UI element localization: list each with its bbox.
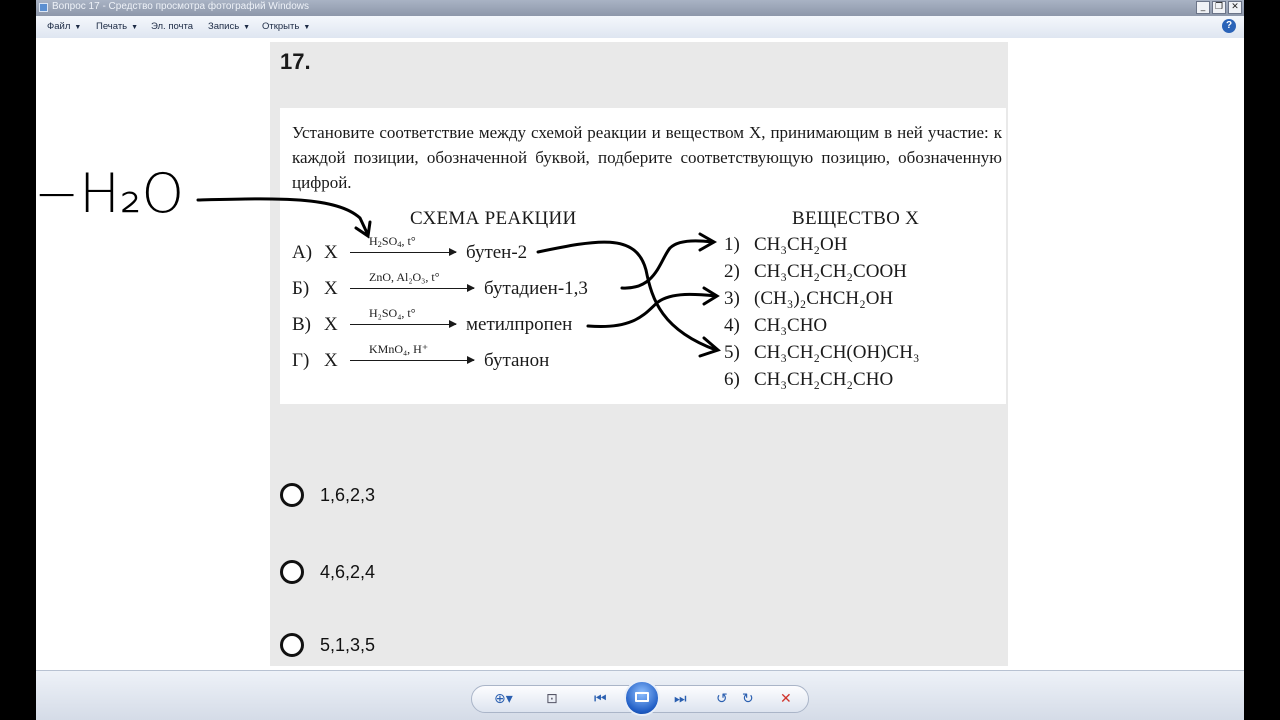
maximize-button[interactable]: ❐: [1212, 1, 1226, 14]
reaction-reagent: X: [324, 242, 338, 263]
menu-bar: Файл ▼ Печать ▼ Эл. почта Запись ▼ Открыть ▼…: [36, 16, 1244, 39]
menu-file[interactable]: Файл ▼: [47, 21, 81, 32]
app-icon: [39, 3, 48, 12]
reaction-condition: ZnO, Al₂O₃, t°: [369, 270, 440, 284]
substance-formula: CH₃CH₂OH: [754, 234, 848, 255]
reaction-condition: KMnO₄, H⁺: [369, 342, 429, 356]
close-button[interactable]: ✕: [1228, 1, 1242, 14]
substance-number: 1): [724, 234, 740, 255]
substance-formula: (CH₃)₂CHCH₂OH: [754, 288, 894, 309]
substance-formula: CH₃CH₂CH₂CHO: [754, 369, 894, 390]
previous-icon[interactable]: ⏮: [594, 691, 607, 707]
menu-burn[interactable]: Запись ▼: [208, 21, 250, 32]
delete-icon[interactable]: ✕: [780, 691, 792, 707]
task-text: Установите соответствие между схемой реа…: [292, 123, 1002, 192]
reaction-condition: H₂SO₄, t°: [369, 306, 416, 320]
reaction-condition: H2SO4, t°: [369, 234, 416, 249]
answer-option[interactable]: 5,1,3,5: [280, 633, 375, 657]
chevron-down-icon: ▼: [131, 24, 139, 31]
radio-button[interactable]: [280, 483, 304, 507]
left-header: СХЕМА РЕАКЦИИ: [410, 208, 577, 229]
help-icon[interactable]: ?: [1222, 19, 1236, 33]
reaction-letter: В): [292, 314, 311, 335]
viewer-toolbar: ⊕▾ ⊡ ⏮ ⏭ ↺ ↻ ✕: [36, 670, 1244, 720]
title-bar[interactable]: Вопрос 17 - Средство просмотра фотографи…: [36, 0, 1244, 16]
substance-number: 3): [724, 288, 740, 309]
substance-number: 2): [724, 261, 740, 282]
photo-area: 17. Установите соответствие между схемой…: [36, 38, 1244, 670]
answer-option[interactable]: 4,6,2,4: [280, 560, 375, 584]
reaction-arrow: [350, 356, 475, 364]
substance-formula: CH₃CH₂CH₂COOH: [754, 261, 907, 282]
window-title: Вопрос 17 - Средство просмотра фотографи…: [52, 1, 309, 12]
chevron-down-icon: ▼: [74, 24, 82, 31]
menu-open[interactable]: Открыть ▼: [262, 21, 310, 32]
reaction-letter: Г): [292, 350, 310, 371]
toolbar-controls: ⊕▾ ⊡ ⏮ ⏭ ↺ ↻ ✕: [471, 680, 809, 716]
answer-label: 4,6,2,4: [320, 561, 376, 582]
answer-option[interactable]: 1,6,2,3: [280, 483, 375, 507]
radio-button[interactable]: [280, 560, 304, 584]
photo-viewer-window: Вопрос 17 - Средство просмотра фотографи…: [36, 0, 1244, 720]
reaction-product: бутен-2: [466, 242, 528, 263]
slideshow-icon: [635, 692, 649, 702]
chevron-down-icon: ▼: [243, 24, 251, 31]
substance-number: 6): [724, 369, 740, 390]
substance-formula: CH₃CHO: [754, 315, 828, 336]
minimize-button[interactable]: _: [1196, 1, 1210, 14]
substance-number: 5): [724, 342, 740, 363]
reaction-arrow: [350, 284, 475, 292]
reaction-product: бутанон: [484, 350, 550, 371]
substance-number: 4): [724, 315, 740, 336]
right-header: ВЕЩЕСТВО X: [792, 208, 920, 229]
reaction-reagent: X: [324, 314, 338, 335]
reaction-arrow: [350, 248, 457, 256]
menu-email[interactable]: Эл. почта: [151, 21, 197, 32]
reaction-reagent: X: [324, 350, 338, 371]
slideshow-button[interactable]: [624, 680, 660, 716]
next-icon[interactable]: ⏭: [674, 691, 687, 707]
reaction-product: бутадиен-1,3: [484, 278, 588, 299]
radio-button[interactable]: [280, 633, 304, 657]
task-image: Установите соответствие между схемой реа…: [280, 108, 1006, 404]
substance-formula: CH₃CH₂CH(OH)CH₃: [754, 342, 920, 363]
rotate-left-icon[interactable]: ↺: [716, 691, 728, 707]
reaction-letter: А): [292, 242, 313, 263]
reaction-product: метилпропен: [466, 314, 573, 335]
chevron-down-icon: ▼: [303, 24, 311, 31]
answer-label: 1,6,2,3: [320, 484, 376, 505]
reaction-reagent: X: [324, 278, 338, 299]
question-card: 17. Установите соответствие между схемой…: [270, 42, 1008, 666]
menu-print[interactable]: Печать ▼: [96, 21, 138, 32]
reaction-arrow: [350, 320, 457, 328]
answer-label: 5,1,3,5: [320, 634, 376, 655]
fit-window-icon[interactable]: ⊡: [546, 691, 558, 707]
rotate-right-icon[interactable]: ↻: [742, 691, 754, 707]
question-number: 17.: [280, 49, 311, 74]
zoom-icon[interactable]: ⊕▾: [494, 691, 513, 707]
reaction-letter: Б): [292, 278, 310, 299]
